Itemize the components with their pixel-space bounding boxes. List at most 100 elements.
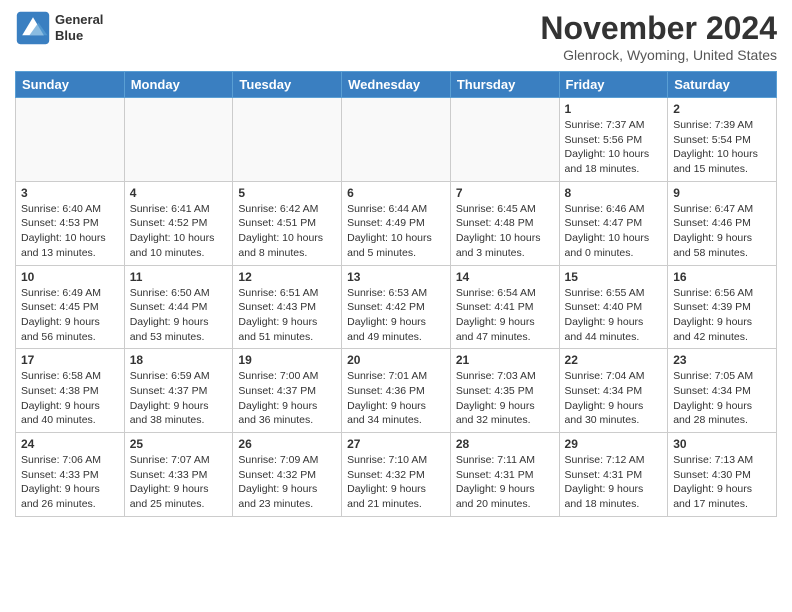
day-info: Sunrise: 6:44 AM Sunset: 4:49 PM Dayligh… bbox=[347, 202, 445, 261]
calendar-cell bbox=[342, 98, 451, 182]
calendar-cell: 5 Sunrise: 6:42 AM Sunset: 4:51 PM Daylig… bbox=[233, 181, 342, 265]
week-row-2: 3Sunrise: 6:40 AM Sunset: 4:53 PM Daylig… bbox=[16, 181, 777, 265]
calendar-cell bbox=[124, 98, 233, 182]
week-row-1: 1 Sunrise: 7:37 AM Sunset: 5:56 PM Daylig… bbox=[16, 98, 777, 182]
day-number: 10 bbox=[21, 270, 119, 284]
calendar-cell: 21 Sunrise: 7:03 AM Sunset: 4:35 PM Dayli… bbox=[450, 349, 559, 433]
day-info: Sunrise: 6:41 AM Sunset: 4:52 PM Dayligh… bbox=[130, 202, 228, 261]
calendar-cell: 16 Sunrise: 6:56 AM Sunset: 4:39 PM Dayli… bbox=[668, 265, 777, 349]
day-info: Sunrise: 7:37 AM Sunset: 5:56 PM Dayligh… bbox=[565, 118, 663, 177]
calendar-cell bbox=[16, 98, 125, 182]
calendar-cell: 30 Sunrise: 7:13 AM Sunset: 4:30 PM Dayli… bbox=[668, 433, 777, 517]
calendar-cell: 29 Sunrise: 7:12 AM Sunset: 4:31 PM Dayli… bbox=[559, 433, 668, 517]
calendar-cell: 6 Sunrise: 6:44 AM Sunset: 4:49 PM Daylig… bbox=[342, 181, 451, 265]
calendar-cell: 22Sunrise: 7:04 AM Sunset: 4:34 PM Dayli… bbox=[559, 349, 668, 433]
calendar-cell: 18 Sunrise: 6:59 AM Sunset: 4:37 PM Dayli… bbox=[124, 349, 233, 433]
day-info: Sunrise: 6:53 AM Sunset: 4:42 PM Dayligh… bbox=[347, 286, 445, 345]
day-number: 29 bbox=[565, 437, 663, 451]
day-number: 28 bbox=[456, 437, 554, 451]
calendar-table: SundayMondayTuesdayWednesdayThursdayFrid… bbox=[15, 71, 777, 517]
day-number: 27 bbox=[347, 437, 445, 451]
calendar-cell: 10 Sunrise: 6:49 AM Sunset: 4:45 PM Dayli… bbox=[16, 265, 125, 349]
day-number: 9 bbox=[673, 186, 771, 200]
calendar-cell: 1 Sunrise: 7:37 AM Sunset: 5:56 PM Daylig… bbox=[559, 98, 668, 182]
day-number: 22 bbox=[565, 353, 663, 367]
weekday-header-monday: Monday bbox=[124, 72, 233, 98]
day-number: 5 bbox=[238, 186, 336, 200]
title-area: November 2024 Glenrock, Wyoming, United … bbox=[540, 10, 777, 63]
day-number: 17 bbox=[21, 353, 119, 367]
month-title: November 2024 bbox=[540, 10, 777, 47]
calendar-cell: 28 Sunrise: 7:11 AM Sunset: 4:31 PM Dayli… bbox=[450, 433, 559, 517]
day-info: Sunrise: 7:11 AM Sunset: 4:31 PM Dayligh… bbox=[456, 453, 554, 512]
day-info: Sunrise: 7:06 AM Sunset: 4:33 PM Dayligh… bbox=[21, 453, 119, 512]
day-number: 13 bbox=[347, 270, 445, 284]
day-number: 12 bbox=[238, 270, 336, 284]
calendar-cell: 4Sunrise: 6:41 AM Sunset: 4:52 PM Daylig… bbox=[124, 181, 233, 265]
weekday-header-sunday: Sunday bbox=[16, 72, 125, 98]
day-number: 15 bbox=[565, 270, 663, 284]
day-info: Sunrise: 7:10 AM Sunset: 4:32 PM Dayligh… bbox=[347, 453, 445, 512]
week-row-5: 24 Sunrise: 7:06 AM Sunset: 4:33 PM Dayli… bbox=[16, 433, 777, 517]
calendar-cell: 3Sunrise: 6:40 AM Sunset: 4:53 PM Daylig… bbox=[16, 181, 125, 265]
location-title: Glenrock, Wyoming, United States bbox=[540, 47, 777, 63]
day-number: 23 bbox=[673, 353, 771, 367]
day-number: 6 bbox=[347, 186, 445, 200]
day-info: Sunrise: 6:47 AM Sunset: 4:46 PM Dayligh… bbox=[673, 202, 771, 261]
calendar-cell: 26 Sunrise: 7:09 AM Sunset: 4:32 PM Dayli… bbox=[233, 433, 342, 517]
calendar-cell: 19 Sunrise: 7:00 AM Sunset: 4:37 PM Dayli… bbox=[233, 349, 342, 433]
day-number: 3 bbox=[21, 186, 119, 200]
calendar-cell: 2 Sunrise: 7:39 AM Sunset: 5:54 PM Daylig… bbox=[668, 98, 777, 182]
day-number: 25 bbox=[130, 437, 228, 451]
calendar-cell: 13 Sunrise: 6:53 AM Sunset: 4:42 PM Dayli… bbox=[342, 265, 451, 349]
day-number: 19 bbox=[238, 353, 336, 367]
calendar-cell: 20Sunrise: 7:01 AM Sunset: 4:36 PM Dayli… bbox=[342, 349, 451, 433]
day-info: Sunrise: 7:09 AM Sunset: 4:32 PM Dayligh… bbox=[238, 453, 336, 512]
day-number: 8 bbox=[565, 186, 663, 200]
day-info: Sunrise: 6:45 AM Sunset: 4:48 PM Dayligh… bbox=[456, 202, 554, 261]
day-info: Sunrise: 7:39 AM Sunset: 5:54 PM Dayligh… bbox=[673, 118, 771, 177]
day-number: 2 bbox=[673, 102, 771, 116]
week-row-3: 10 Sunrise: 6:49 AM Sunset: 4:45 PM Dayli… bbox=[16, 265, 777, 349]
day-info: Sunrise: 7:07 AM Sunset: 4:33 PM Dayligh… bbox=[130, 453, 228, 512]
calendar-cell: 14Sunrise: 6:54 AM Sunset: 4:41 PM Dayli… bbox=[450, 265, 559, 349]
weekday-header-tuesday: Tuesday bbox=[233, 72, 342, 98]
day-info: Sunrise: 7:00 AM Sunset: 4:37 PM Dayligh… bbox=[238, 369, 336, 428]
calendar-cell: 23 Sunrise: 7:05 AM Sunset: 4:34 PM Dayli… bbox=[668, 349, 777, 433]
day-number: 21 bbox=[456, 353, 554, 367]
day-number: 26 bbox=[238, 437, 336, 451]
day-info: Sunrise: 6:59 AM Sunset: 4:37 PM Dayligh… bbox=[130, 369, 228, 428]
weekday-header-saturday: Saturday bbox=[668, 72, 777, 98]
day-number: 7 bbox=[456, 186, 554, 200]
calendar-cell: 11Sunrise: 6:50 AM Sunset: 4:44 PM Dayli… bbox=[124, 265, 233, 349]
calendar-cell: 17 Sunrise: 6:58 AM Sunset: 4:38 PM Dayli… bbox=[16, 349, 125, 433]
calendar-cell: 12 Sunrise: 6:51 AM Sunset: 4:43 PM Dayli… bbox=[233, 265, 342, 349]
logo-icon bbox=[15, 10, 51, 46]
day-info: Sunrise: 7:01 AM Sunset: 4:36 PM Dayligh… bbox=[347, 369, 445, 428]
day-number: 11 bbox=[130, 270, 228, 284]
day-info: Sunrise: 6:42 AM Sunset: 4:51 PM Dayligh… bbox=[238, 202, 336, 261]
day-number: 18 bbox=[130, 353, 228, 367]
header: General Blue November 2024 Glenrock, Wyo… bbox=[15, 10, 777, 63]
page: General Blue November 2024 Glenrock, Wyo… bbox=[0, 0, 792, 527]
logo-line2: Blue bbox=[55, 28, 103, 44]
calendar-cell: 24 Sunrise: 7:06 AM Sunset: 4:33 PM Dayli… bbox=[16, 433, 125, 517]
day-info: Sunrise: 7:12 AM Sunset: 4:31 PM Dayligh… bbox=[565, 453, 663, 512]
logo: General Blue bbox=[15, 10, 103, 46]
day-number: 30 bbox=[673, 437, 771, 451]
weekday-header-row: SundayMondayTuesdayWednesdayThursdayFrid… bbox=[16, 72, 777, 98]
weekday-header-friday: Friday bbox=[559, 72, 668, 98]
day-number: 1 bbox=[565, 102, 663, 116]
day-info: Sunrise: 7:13 AM Sunset: 4:30 PM Dayligh… bbox=[673, 453, 771, 512]
day-info: Sunrise: 7:05 AM Sunset: 4:34 PM Dayligh… bbox=[673, 369, 771, 428]
day-info: Sunrise: 6:58 AM Sunset: 4:38 PM Dayligh… bbox=[21, 369, 119, 428]
day-info: Sunrise: 6:56 AM Sunset: 4:39 PM Dayligh… bbox=[673, 286, 771, 345]
day-info: Sunrise: 7:03 AM Sunset: 4:35 PM Dayligh… bbox=[456, 369, 554, 428]
day-info: Sunrise: 6:51 AM Sunset: 4:43 PM Dayligh… bbox=[238, 286, 336, 345]
weekday-header-wednesday: Wednesday bbox=[342, 72, 451, 98]
calendar-cell: 8Sunrise: 6:46 AM Sunset: 4:47 PM Daylig… bbox=[559, 181, 668, 265]
calendar-cell bbox=[233, 98, 342, 182]
day-number: 16 bbox=[673, 270, 771, 284]
day-number: 24 bbox=[21, 437, 119, 451]
day-info: Sunrise: 6:49 AM Sunset: 4:45 PM Dayligh… bbox=[21, 286, 119, 345]
